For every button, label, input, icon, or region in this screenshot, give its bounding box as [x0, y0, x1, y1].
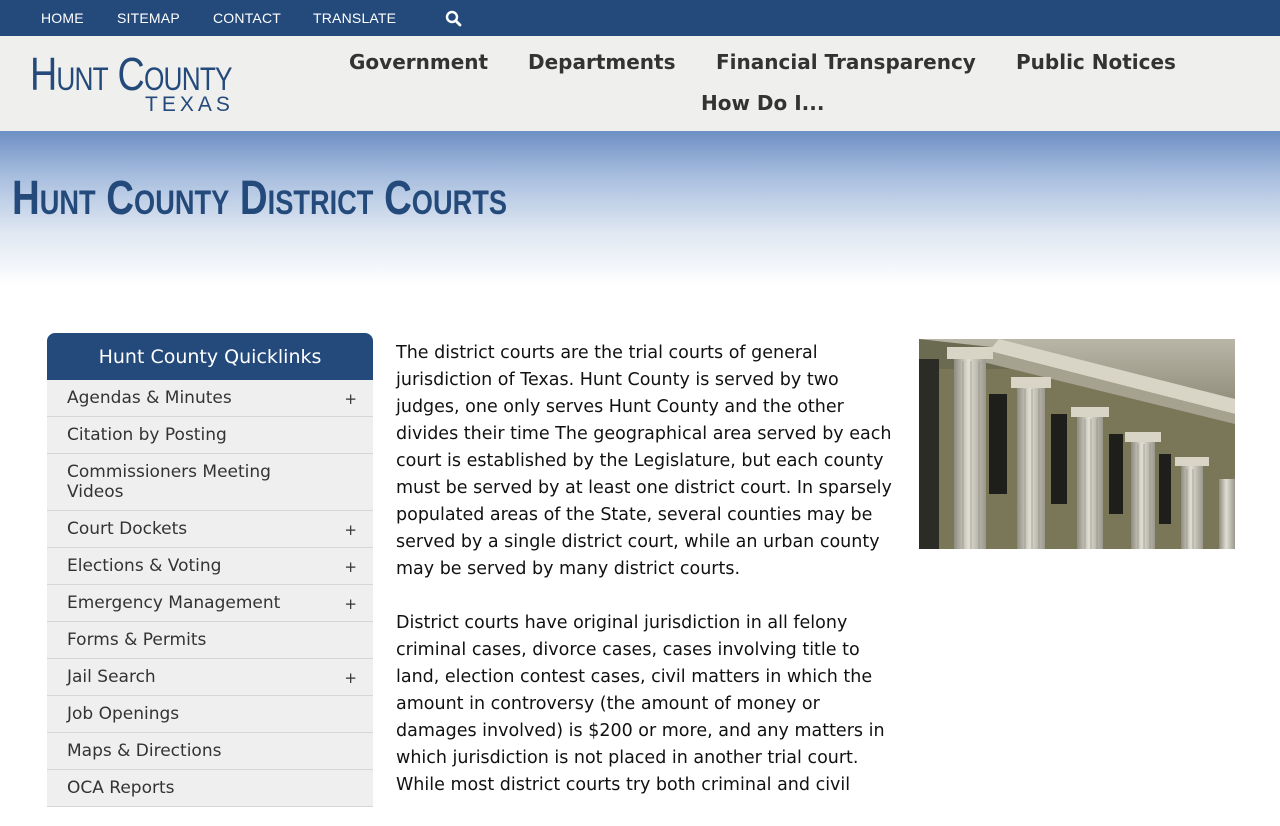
- nav-financial-transparency[interactable]: Financial Transparency: [716, 50, 976, 74]
- sidebar-item-label: Jail Search: [67, 667, 156, 687]
- site-header: Hunt County TEXAS Government Departments…: [0, 36, 1280, 131]
- sitemap-link[interactable]: SITEMAP: [117, 10, 180, 26]
- expand-icon[interactable]: +: [344, 520, 357, 540]
- sidebar-item-citation-by-posting[interactable]: Citation by Posting: [47, 417, 373, 454]
- main-content: The district courts are the trial courts…: [396, 340, 898, 826]
- sidebar-item-label: Court Dockets: [67, 519, 188, 539]
- search-icon[interactable]: [445, 10, 462, 27]
- quicklinks-sidebar: Hunt County Quicklinks Agendas & Minutes…: [47, 333, 373, 807]
- sidebar-item-forms-permits[interactable]: Forms & Permits: [47, 622, 373, 659]
- nav-how-do-i[interactable]: How Do I...: [701, 91, 824, 115]
- site-logo[interactable]: Hunt County TEXAS: [30, 48, 233, 116]
- nav-public-notices[interactable]: Public Notices: [1016, 50, 1176, 74]
- quicklinks-title: Hunt County Quicklinks: [47, 333, 373, 380]
- sidebar-item-elections-voting[interactable]: Elections & Voting +: [47, 548, 373, 585]
- translate-link[interactable]: TRANSLATE: [313, 10, 396, 26]
- sidebar-item-commissioners-meeting-videos[interactable]: Commissioners Meeting Videos: [47, 454, 373, 511]
- sidebar-item-maps-directions[interactable]: Maps & Directions: [47, 733, 373, 770]
- content-paragraph: The district courts are the trial courts…: [396, 343, 892, 579]
- sidebar-item-oca-reports[interactable]: OCA Reports: [47, 770, 373, 807]
- sidebar-item-label: Elections & Voting: [67, 556, 222, 576]
- expand-icon[interactable]: +: [344, 668, 357, 688]
- sidebar-item-label: Citation by Posting: [67, 425, 227, 445]
- home-link[interactable]: HOME: [41, 10, 84, 26]
- sidebar-item-label: Forms & Permits: [67, 630, 207, 650]
- sidebar-item-emergency-management[interactable]: Emergency Management +: [47, 585, 373, 622]
- sidebar-item-label: Agendas & Minutes: [67, 388, 232, 408]
- nav-departments[interactable]: Departments: [528, 50, 676, 74]
- logo-sub-text: TEXAS: [145, 93, 234, 116]
- sidebar-item-label: Maps & Directions: [67, 741, 222, 761]
- courthouse-photo: [919, 339, 1235, 549]
- page-banner: Hunt County District Courts: [0, 131, 1280, 286]
- expand-icon[interactable]: +: [344, 557, 357, 577]
- expand-icon[interactable]: +: [344, 389, 357, 409]
- sidebar-item-label: Emergency Management: [67, 593, 281, 613]
- contact-link[interactable]: CONTACT: [213, 10, 281, 26]
- page-title: Hunt County District Courts: [12, 172, 508, 225]
- content-paragraph: District courts have original jurisdicti…: [396, 613, 885, 795]
- sidebar-item-job-openings[interactable]: Job Openings: [47, 696, 373, 733]
- utility-bar: HOME SITEMAP CONTACT TRANSLATE: [0, 0, 1280, 36]
- sidebar-item-label: OCA Reports: [67, 778, 175, 798]
- sidebar-item-label: Job Openings: [67, 704, 180, 724]
- nav-government[interactable]: Government: [349, 50, 488, 74]
- sidebar-item-court-dockets[interactable]: Court Dockets +: [47, 511, 373, 548]
- sidebar-item-label: Commissioners Meeting Videos: [67, 462, 271, 502]
- sidebar-item-agendas-minutes[interactable]: Agendas & Minutes +: [47, 380, 373, 417]
- logo-main-text: Hunt County: [30, 48, 233, 100]
- expand-icon[interactable]: +: [344, 594, 357, 614]
- sidebar-item-jail-search[interactable]: Jail Search +: [47, 659, 373, 696]
